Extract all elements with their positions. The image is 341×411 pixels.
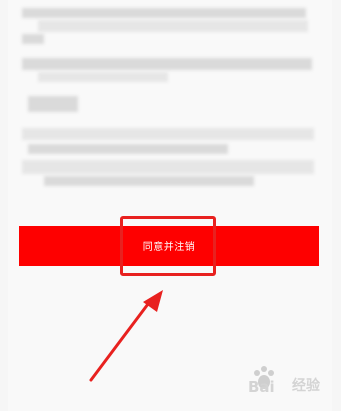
svg-text:Bai: Bai xyxy=(248,378,275,396)
blurred-text-line xyxy=(38,72,168,82)
annotation-arrow-icon xyxy=(89,290,163,382)
blurred-text-line xyxy=(28,144,228,154)
blurred-text-line xyxy=(28,96,78,112)
annotation-highlight-box xyxy=(120,216,216,276)
blurred-text-line xyxy=(22,34,44,44)
page: { "dialog": { "agree_button_label": "同意并… xyxy=(0,0,341,411)
blurred-text-line xyxy=(44,176,254,186)
svg-text:经验: 经验 xyxy=(292,377,321,394)
blurred-text-line xyxy=(22,128,314,140)
blurred-text-line xyxy=(22,58,312,70)
blurred-text-line xyxy=(38,20,308,32)
blurred-text-line xyxy=(22,160,314,174)
blurred-text-line xyxy=(22,8,306,18)
baidu-jingyan-watermark: Bai 经验 xyxy=(248,366,321,396)
